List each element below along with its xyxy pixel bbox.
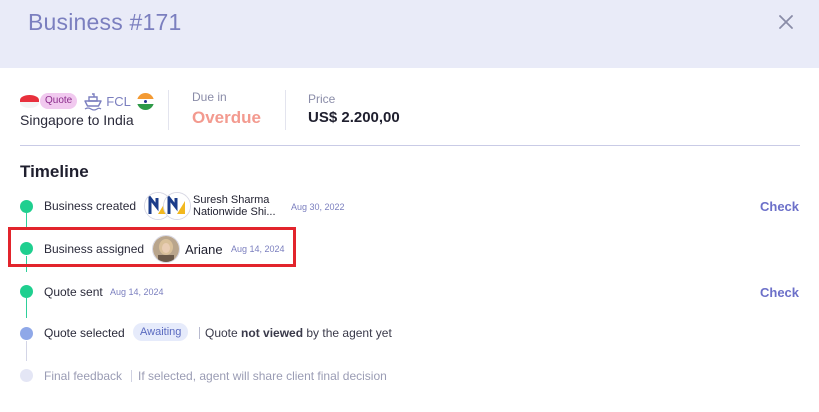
mode-label: FCL <box>106 93 131 109</box>
company-name: Nationwide Shi... <box>193 206 276 218</box>
note-emphasis: not viewed <box>241 326 304 340</box>
person-name: Suresh Sharma <box>193 194 270 206</box>
india-flag-icon <box>136 92 154 110</box>
highlight-box <box>8 227 296 267</box>
timeline-title: Timeline <box>20 162 89 181</box>
note-prefix: Quote <box>205 326 242 340</box>
separator <box>131 370 132 382</box>
company-logo-avatar <box>163 192 191 220</box>
divider <box>168 90 169 130</box>
step-label: Final feedback <box>44 369 123 383</box>
timeline-connector <box>26 213 27 228</box>
step-label: Business created <box>44 199 137 213</box>
status-badge: Awaiting <box>133 323 189 341</box>
due-value: Overdue <box>192 108 261 127</box>
check-link[interactable]: Check <box>760 285 799 300</box>
note-suffix: by the agent yet <box>303 326 392 340</box>
step-dot-pending <box>20 327 33 340</box>
step-note: If selected, agent will share client fin… <box>138 369 387 383</box>
price-label: Price <box>308 92 336 106</box>
page-title: Business #171 <box>28 9 182 35</box>
close-icon[interactable] <box>776 12 796 32</box>
route-icons: Quote FCL <box>20 90 154 112</box>
step-dot-future <box>20 369 33 382</box>
section-divider <box>20 145 800 146</box>
quote-badge: Quote <box>40 93 78 109</box>
business-summary: Quote FCL Singapore to India Due in Over… <box>20 88 800 138</box>
due-label: Due in <box>192 90 227 104</box>
step-label: Quote selected <box>44 326 125 340</box>
ship-icon <box>83 91 103 111</box>
separator <box>199 327 200 339</box>
price-value: US$ 2.200,00 <box>308 109 400 126</box>
step-date: Aug 14, 2024 <box>110 287 164 297</box>
step-date: Aug 30, 2022 <box>291 202 345 212</box>
step-dot-done <box>20 200 33 213</box>
check-link[interactable]: Check <box>760 199 799 214</box>
step-note: Quote not viewed by the agent yet <box>205 326 392 340</box>
divider <box>285 90 286 130</box>
step-dot-done <box>20 285 33 298</box>
modal-header: Business #171 <box>0 0 819 68</box>
route-text: Singapore to India <box>20 112 134 128</box>
step-label: Quote sent <box>44 285 103 299</box>
singapore-flag-icon <box>20 94 39 108</box>
timeline-connector <box>26 341 27 361</box>
timeline-connector <box>26 298 27 318</box>
